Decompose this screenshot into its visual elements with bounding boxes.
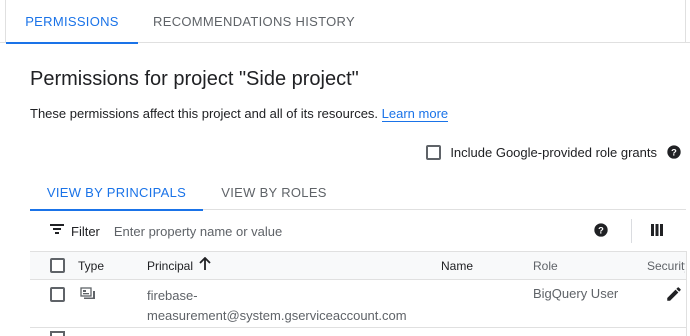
filter-help-icon[interactable]: ?: [593, 222, 609, 243]
column-header-security[interactable]: Security: [647, 259, 685, 273]
svg-text:?: ?: [598, 225, 604, 235]
column-header-principal-label: Principal: [147, 258, 194, 273]
top-tab-bar: PERMISSIONS RECOMMENDATIONS HISTORY: [0, 0, 690, 44]
edit-icon[interactable]: [665, 285, 683, 306]
column-header-type[interactable]: Type: [78, 259, 104, 273]
filter-divider: [631, 219, 632, 243]
svg-text:?: ?: [671, 147, 677, 157]
view-tab-bar: VIEW BY PRINCIPALS VIEW BY ROLES: [30, 174, 686, 211]
role-cell: BigQuery User: [533, 286, 619, 301]
select-all-checkbox[interactable]: [50, 258, 65, 273]
column-header-principal[interactable]: Principal: [147, 256, 211, 274]
tab-view-by-roles[interactable]: VIEW BY ROLES: [210, 174, 338, 210]
include-google-grants-checkbox[interactable]: [426, 144, 442, 160]
table-header: Type Principal Name Role Security: [30, 251, 686, 280]
next-row-checkbox[interactable]: [50, 331, 65, 336]
table-right-edge: [686, 251, 687, 336]
filter-input[interactable]: [113, 223, 554, 239]
column-header-name[interactable]: Name: [441, 259, 473, 273]
include-google-grants-row: Include Google-provided role grants ?: [426, 142, 682, 162]
description-text: These permissions affect this project an…: [30, 106, 379, 121]
principal-line-2: measurement@system.gserviceaccount.com: [147, 308, 407, 323]
column-header-role[interactable]: Role: [533, 259, 558, 273]
tab-view-by-principals[interactable]: VIEW BY PRINCIPALS: [30, 174, 203, 211]
tab-permissions[interactable]: PERMISSIONS: [6, 0, 138, 44]
principal-cell: firebase- measurement@system.gserviceacc…: [147, 286, 427, 326]
service-account-icon: [80, 287, 96, 304]
table-row: firebase- measurement@system.gserviceacc…: [30, 280, 686, 328]
column-display-options-icon[interactable]: [650, 223, 664, 242]
help-icon[interactable]: ?: [666, 144, 682, 160]
filter-bar: Filter ?: [30, 212, 686, 250]
row-checkbox[interactable]: [50, 287, 65, 302]
tab-bar-right-edge: [685, 0, 686, 43]
principal-line-1: firebase-: [147, 288, 198, 303]
page-description: These permissions affect this project an…: [30, 106, 449, 122]
arrow-up-icon: [199, 256, 211, 274]
tab-recommendations-history[interactable]: RECOMMENDATIONS HISTORY: [148, 0, 360, 43]
learn-more-link[interactable]: Learn more: [381, 106, 449, 122]
filter-label: Filter: [71, 223, 100, 239]
filter-icon[interactable]: [50, 222, 64, 240]
include-google-grants-label: Include Google-provided role grants: [450, 144, 657, 160]
iam-permissions-page: PERMISSIONS RECOMMENDATIONS HISTORY Perm…: [0, 0, 690, 336]
page-title: Permissions for project "Side project": [30, 68, 359, 90]
